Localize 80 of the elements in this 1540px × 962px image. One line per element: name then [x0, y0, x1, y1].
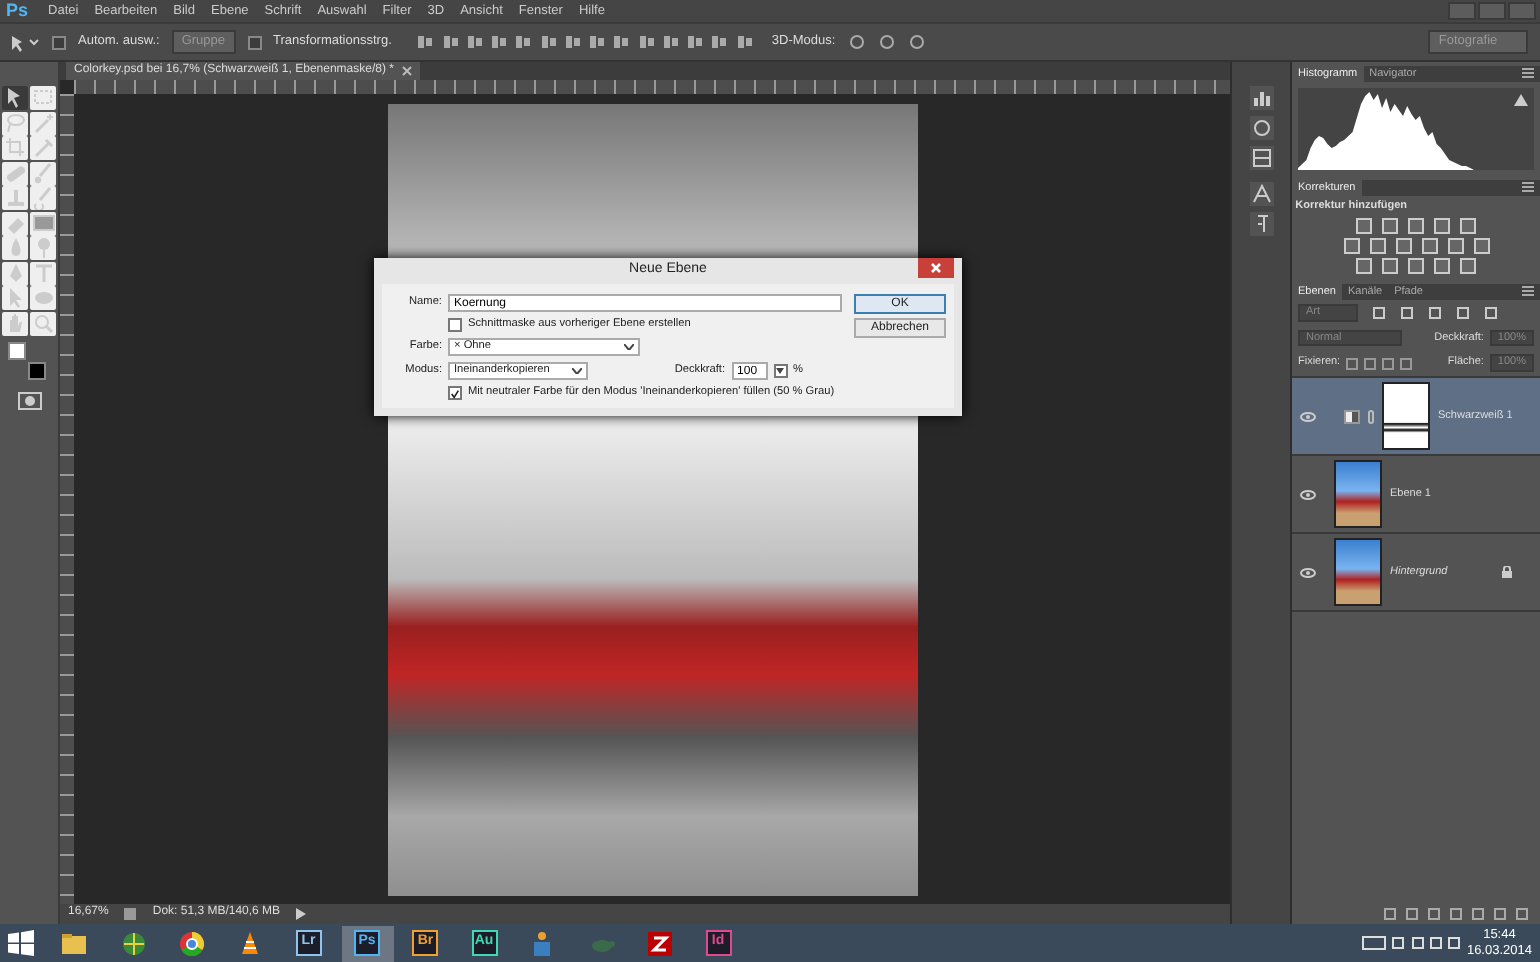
caret-icon: [776, 368, 785, 374]
layer-thumbnail: [1334, 460, 1382, 528]
bar-chart-icon: [1249, 86, 1273, 110]
warning-icon: [1514, 94, 1528, 106]
eye-icon[interactable]: [1300, 567, 1316, 577]
checkbox[interactable]: [247, 35, 262, 49]
panel-button[interactable]: [1249, 86, 1273, 110]
checkbox[interactable]: [52, 35, 66, 49]
bandage-icon: [3, 161, 27, 185]
mask-mode-icon[interactable]: [18, 392, 42, 410]
align-icon[interactable]: [514, 34, 533, 50]
zoom-icon: [31, 311, 55, 335]
panel-menu-icon[interactable]: [1522, 182, 1534, 192]
text-tool-icon: [31, 261, 55, 285]
panel-button[interactable]: [1249, 182, 1273, 207]
align-icon[interactable]: [563, 34, 582, 50]
tool-button[interactable]: [30, 111, 56, 135]
history-brush-icon: [31, 186, 55, 210]
chain-icon: [1368, 409, 1374, 423]
align-icon[interactable]: [416, 34, 435, 50]
letter-a-icon: [1249, 182, 1273, 207]
align-icon[interactable]: [490, 34, 509, 50]
keyboard-icon[interactable]: [1362, 936, 1387, 950]
color-swatch[interactable]: [28, 362, 46, 380]
panel-menu-icon[interactable]: [1522, 286, 1534, 297]
close-icon[interactable]: [401, 66, 412, 76]
tool-button[interactable]: [30, 261, 56, 285]
lasso-icon: [3, 111, 27, 135]
align-icon[interactable]: [539, 34, 558, 50]
close-button[interactable]: [918, 258, 954, 278]
eye-icon[interactable]: [1300, 411, 1316, 421]
filezilla-icon: [645, 929, 674, 957]
align-icon[interactable]: [637, 34, 656, 50]
align-icon[interactable]: [735, 34, 754, 50]
align-icon[interactable]: [612, 34, 631, 50]
stepper-button[interactable]: [773, 364, 788, 378]
traffic-cone-icon: [236, 929, 264, 957]
align-icon[interactable]: [465, 34, 484, 50]
windows-logo-icon[interactable]: [8, 930, 34, 956]
tool-button[interactable]: [2, 311, 28, 335]
panel-button[interactable]: [1249, 146, 1273, 170]
circle-icon: [1249, 116, 1273, 140]
align-icon[interactable]: [441, 34, 460, 50]
expand-arrow-icon[interactable]: [296, 908, 307, 920]
tool-button[interactable]: [2, 211, 28, 235]
ellipse-icon: [31, 286, 55, 310]
tool-button[interactable]: [2, 161, 28, 185]
align-icon[interactable]: [661, 34, 680, 50]
eye-icon[interactable]: [1300, 489, 1316, 499]
align-icon[interactable]: [710, 34, 729, 50]
wand-icon: [31, 111, 55, 135]
gradient-icon: [31, 211, 55, 235]
tool-button[interactable]: [30, 311, 56, 335]
chrome-icon: [177, 929, 206, 957]
dashed-rectangle-icon: [31, 86, 55, 110]
globe-icon: [119, 929, 147, 957]
stamp-icon: [3, 186, 27, 210]
caret-icon: [624, 344, 634, 350]
app-logo: Ps: [4, 0, 31, 22]
align-icon[interactable]: [686, 34, 705, 50]
tool-button[interactable]: [2, 86, 28, 110]
eyedropper-icon: [31, 136, 55, 160]
mask-thumbnail: [1382, 382, 1430, 450]
checkmark-icon: [450, 387, 460, 399]
color-swatch[interactable]: [8, 342, 26, 360]
align-icon[interactable]: [588, 34, 607, 50]
checkbox[interactable]: [448, 318, 462, 332]
tool-button[interactable]: [2, 111, 28, 135]
checkbox[interactable]: [448, 386, 462, 400]
panel-button[interactable]: [1249, 116, 1273, 140]
caret-icon: [572, 368, 582, 374]
panel-menu-icon[interactable]: [1522, 68, 1534, 78]
adjustment-layer-icon: [1344, 409, 1360, 423]
grid-icon: [1249, 146, 1273, 170]
panel-button[interactable]: [1249, 212, 1273, 237]
layer-thumbnail: [1334, 538, 1382, 606]
close-icon: [930, 262, 942, 274]
tool-button[interactable]: [30, 211, 56, 235]
tool-button[interactable]: [2, 261, 28, 285]
move-tool-icon: [8, 32, 40, 52]
